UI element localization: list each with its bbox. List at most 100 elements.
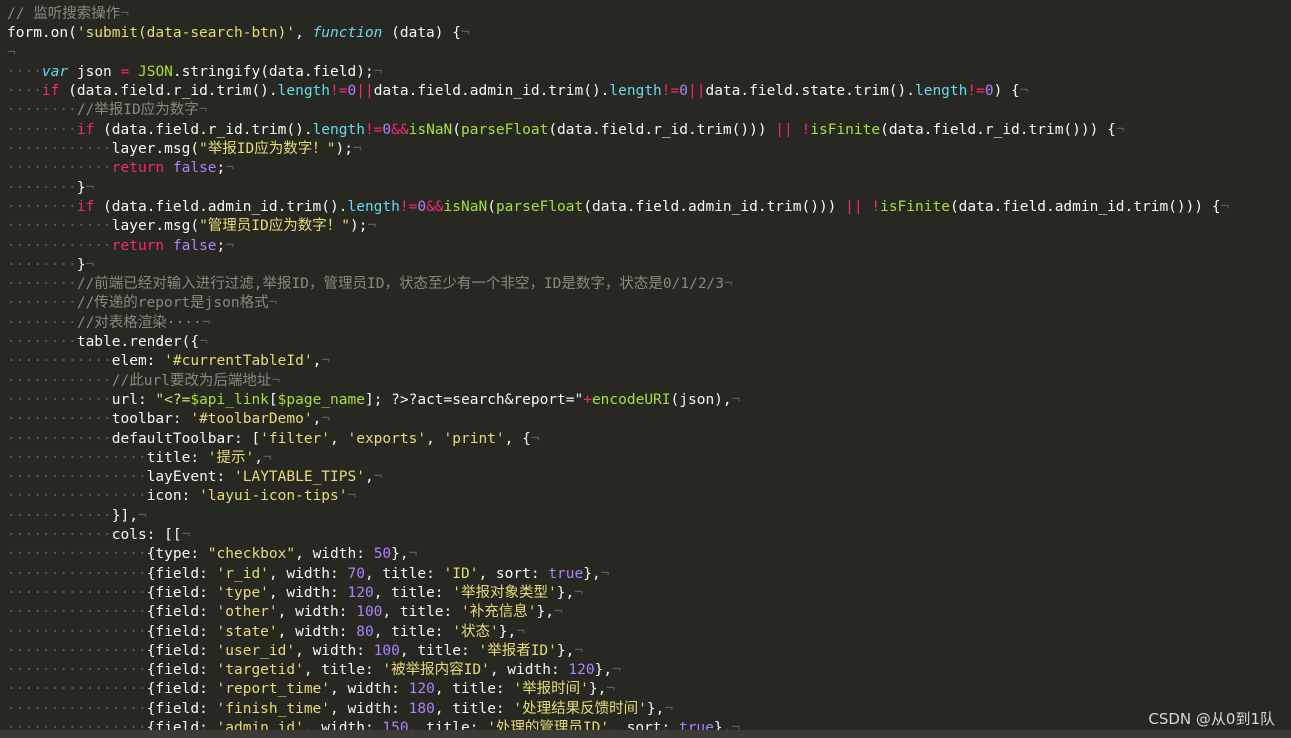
- code-token: $api_link: [190, 391, 269, 408]
- code-token: false: [172, 237, 217, 254]
- code-token: !=: [399, 198, 418, 215]
- code-token: },: [536, 604, 554, 621]
- code-token: //举报ID应为数字: [76, 102, 199, 119]
- code-token: , title:: [303, 662, 383, 679]
- code-token: ············: [7, 507, 112, 524]
- code-token: ¬: [352, 141, 362, 158]
- code-token: isNaN: [408, 121, 453, 138]
- code-token: (data.field.r_id.trim().: [94, 121, 313, 138]
- code-token: '#currentTableId': [164, 353, 313, 370]
- code-token: 'r_id': [216, 565, 269, 582]
- code-token: json: [68, 63, 121, 80]
- code-token: ········: [7, 121, 77, 138]
- code-token: (data.field.admin_id.trim())) {: [949, 198, 1221, 215]
- code-editor[interactable]: // 监听搜索操作¬ form.on('submit(data-search-bt…: [0, 0, 1291, 738]
- code-token: //此url要改为后端地址: [111, 372, 272, 389]
- code-token: ||: [356, 83, 374, 100]
- code-line: ················{field: 'targetid', titl…: [7, 661, 1229, 680]
- code-token: ················: [7, 700, 147, 717]
- code-line: ················{field: 'r_id', width: 7…: [7, 565, 1229, 584]
- code-token: true: [548, 565, 584, 582]
- code-token: },: [391, 546, 409, 563]
- code-line: ················{field: 'report_time', w…: [7, 680, 1229, 699]
- code-token: ¬: [199, 334, 208, 351]
- code-token: cols: [[: [111, 527, 182, 544]
- code-token: encodeURI: [591, 391, 671, 408]
- code-token: , title:: [399, 642, 479, 659]
- code-token: 120: [347, 584, 374, 601]
- code-token: 'user_id': [216, 642, 296, 659]
- code-token: , title:: [382, 604, 461, 621]
- code-token: (json),: [670, 391, 732, 408]
- code-token: ¬: [516, 623, 525, 640]
- code-token: ················: [7, 546, 147, 563]
- code-token: ············: [7, 372, 112, 389]
- code-line: ················{field: 'state', width: …: [7, 623, 1229, 642]
- code-token: ]; ?>?act=search&report=": [364, 391, 584, 408]
- code-line: form.on('submit(data-search-btn)', funct…: [7, 24, 1229, 43]
- code-line: ············return false;¬: [7, 237, 1229, 256]
- code-token: ········: [7, 314, 77, 331]
- code-token: {field:: [146, 681, 217, 698]
- code-token: ¬: [530, 430, 540, 447]
- code-token: {field:: [146, 623, 217, 640]
- code-token: length: [609, 83, 662, 100]
- code-token: ¬: [321, 353, 331, 370]
- code-token: (data.field.r_id.trim())) {: [880, 121, 1116, 138]
- code-token: length: [347, 198, 400, 215]
- code-line: ················layEvent: 'LAYTABLE_TIPS…: [7, 468, 1229, 487]
- code-token: ················: [7, 642, 147, 659]
- horizontal-scrollbar[interactable]: [0, 730, 1291, 738]
- code-token: ) {: [993, 83, 1020, 100]
- code-token: ||: [775, 121, 793, 138]
- code-token: '被举报内容ID': [382, 662, 490, 679]
- code-token: (data.field.r_id.trim())): [548, 121, 776, 138]
- code-token: (data) {: [382, 25, 461, 42]
- code-token: ¬: [612, 662, 621, 679]
- code-token: );: [350, 218, 368, 235]
- code-token: data.field.admin_id.trim().: [373, 83, 610, 100]
- code-token: 50: [373, 546, 392, 563]
- code-line: ················title: '提示',¬: [7, 449, 1229, 468]
- code-line: ········}¬: [7, 256, 1229, 275]
- code-token: ,: [312, 411, 322, 428]
- code-token: return: [111, 160, 165, 177]
- code-line: ············cols: [[¬: [7, 526, 1229, 545]
- code-token: , title:: [434, 700, 514, 717]
- code-token: ¬: [460, 25, 470, 42]
- code-token: //传递的report是json格式: [76, 295, 269, 312]
- code-token: layer.msg(: [111, 218, 200, 235]
- code-token: {field:: [146, 584, 217, 601]
- code-token: !=: [967, 83, 985, 100]
- code-token: 'LAYTABLE_TIPS': [234, 469, 365, 486]
- code-token: ········: [7, 334, 77, 351]
- code-token: ¬: [724, 276, 733, 293]
- code-token: ········: [7, 276, 77, 293]
- code-area[interactable]: // 监听搜索操作¬ form.on('submit(data-search-bt…: [7, 5, 1229, 738]
- code-token: {field:: [146, 642, 217, 659]
- code-token: ,: [295, 25, 313, 42]
- code-token: , width:: [295, 642, 374, 659]
- code-token: ¬: [137, 507, 147, 524]
- code-token: &&: [426, 198, 444, 215]
- code-token: ¬: [181, 527, 191, 544]
- code-token: //对表格渲染····: [76, 314, 202, 331]
- code-token: 'exports': [347, 430, 427, 447]
- code-token: "举报ID应为数字！": [199, 141, 336, 158]
- code-token: ········: [7, 102, 77, 119]
- code-token: [: [268, 391, 278, 408]
- code-token: {field:: [146, 700, 217, 717]
- code-token: ················: [7, 488, 147, 505]
- code-token: },: [646, 700, 665, 717]
- code-token: ················: [7, 604, 147, 621]
- code-token: layEvent:: [146, 469, 234, 486]
- code-token: ············: [7, 218, 112, 235]
- code-token: {type:: [146, 546, 208, 563]
- code-line: ¬: [7, 44, 1229, 63]
- code-token: ············: [7, 353, 112, 370]
- code-token: ¬: [664, 700, 674, 717]
- code-token: ················: [7, 449, 147, 466]
